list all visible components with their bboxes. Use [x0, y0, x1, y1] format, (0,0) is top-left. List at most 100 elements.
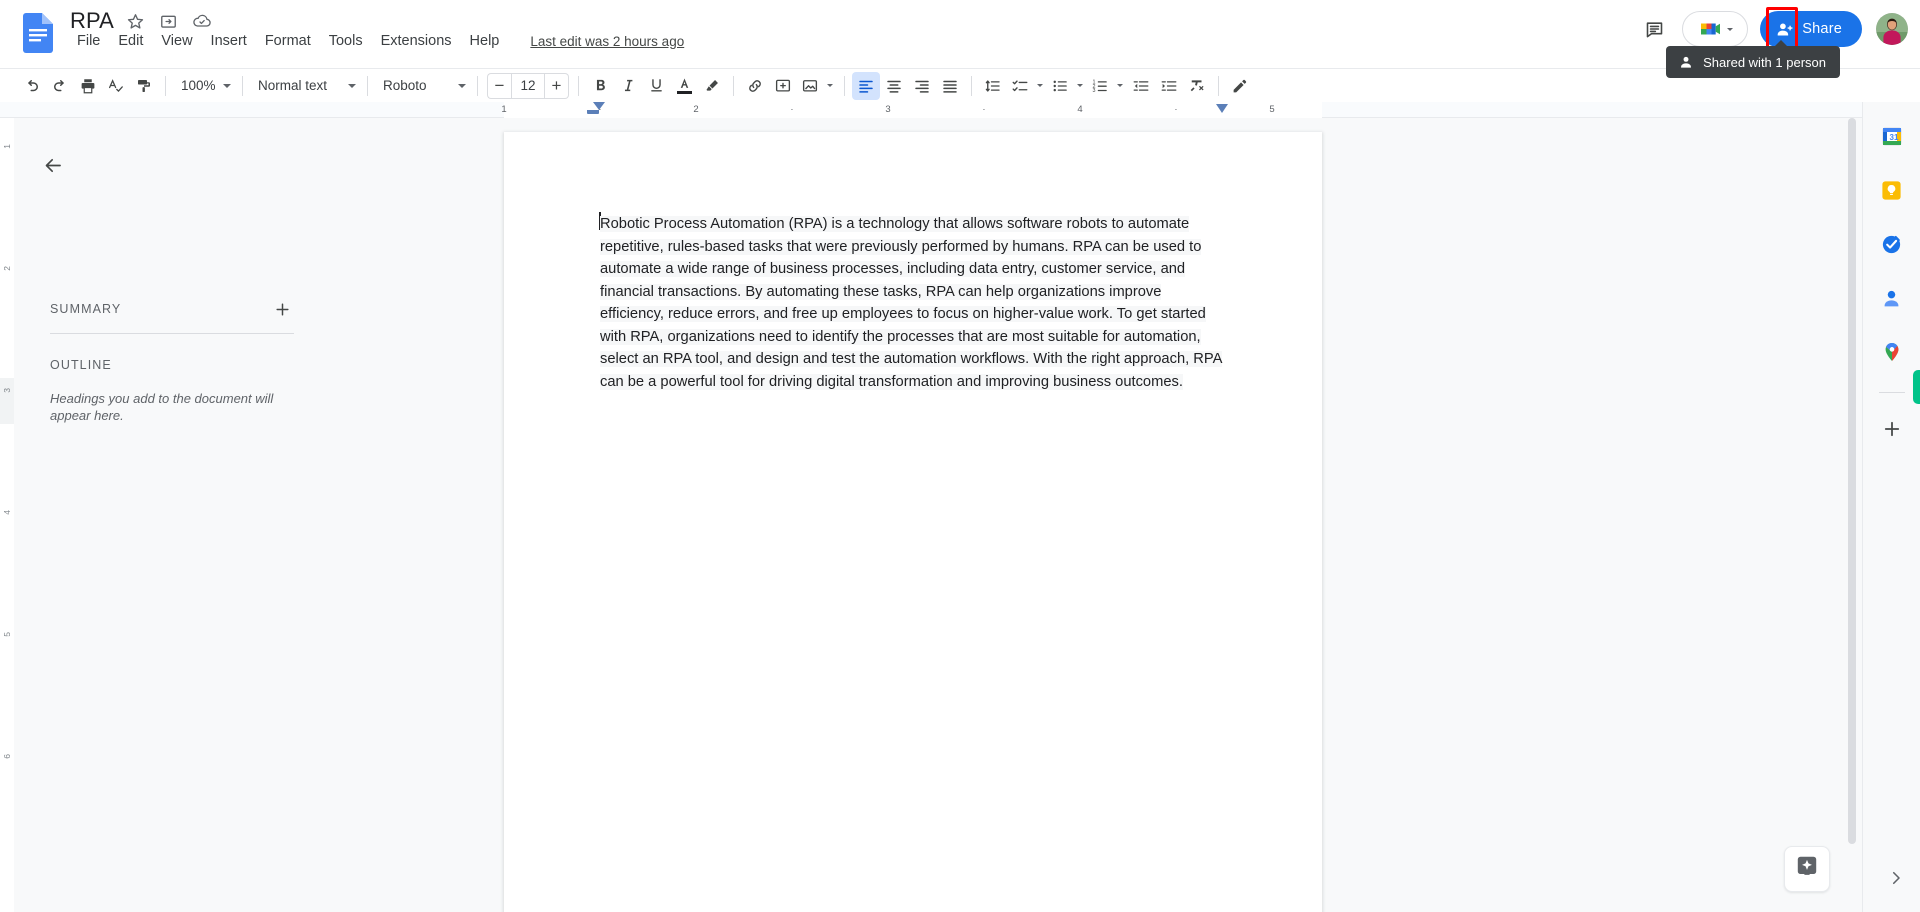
chevron-down-icon [458, 83, 466, 88]
highlight-color-icon[interactable] [698, 72, 726, 100]
explore-button[interactable] [1784, 846, 1830, 892]
scrollbar-thumb[interactable] [1848, 118, 1856, 844]
toolbar-divider [367, 75, 368, 96]
last-edit-link[interactable]: Last edit was 2 hours ago [530, 34, 684, 49]
clear-formatting-icon[interactable] [1183, 72, 1211, 100]
paragraph-style-value: Normal text [258, 78, 328, 93]
chevron-down-icon [223, 83, 231, 88]
side-panel: 31 [1862, 102, 1920, 912]
line-spacing-icon[interactable] [979, 72, 1007, 100]
docs-logo-icon[interactable] [18, 10, 58, 56]
menu-insert[interactable]: Insert [202, 31, 256, 51]
ruler-track [504, 102, 1322, 118]
left-indent-marker[interactable] [593, 102, 605, 110]
google-keep-icon[interactable] [1872, 170, 1912, 210]
align-justify-icon[interactable] [936, 72, 964, 100]
menu-help[interactable]: Help [461, 31, 509, 51]
menu-view[interactable]: View [152, 31, 201, 51]
numbered-list-split: 1 2 3 [1087, 72, 1127, 100]
font-size-input[interactable]: 12 [511, 72, 545, 99]
menu-extensions[interactable]: Extensions [372, 31, 461, 51]
print-icon[interactable] [74, 72, 102, 100]
toolbar-divider [733, 75, 734, 96]
comment-history-icon[interactable] [1634, 9, 1674, 49]
text-color-icon[interactable] [670, 72, 698, 100]
document-page[interactable]: Robotic Process Automation (RPA) is a te… [504, 132, 1322, 912]
decrease-indent-icon[interactable] [1127, 72, 1155, 100]
increase-indent-icon[interactable] [1155, 72, 1183, 100]
google-meet-button[interactable] [1682, 11, 1749, 47]
menu-file[interactable]: File [68, 31, 109, 51]
font-family-select[interactable]: Roboto [375, 73, 470, 99]
menu-format[interactable]: Format [256, 31, 320, 51]
avatar[interactable] [1876, 13, 1908, 45]
font-size-decrease-button[interactable]: − [487, 72, 511, 99]
svg-text:3: 3 [1093, 88, 1096, 94]
add-icon[interactable] [1872, 409, 1912, 449]
person-icon [1678, 54, 1694, 70]
horizontal-ruler[interactable]: 1 · 2 · 3 · 4 · 5 [0, 102, 1920, 118]
align-right-icon[interactable] [908, 72, 936, 100]
align-center-icon[interactable] [880, 72, 908, 100]
page-scroll-container: Robotic Process Automation (RPA) is a te… [0, 118, 1920, 912]
document-body-text[interactable]: Robotic Process Automation (RPA) is a te… [600, 213, 1225, 393]
ruler-number: 2 [693, 104, 699, 115]
tooltip-arrow [1774, 40, 1788, 47]
bulleted-list-icon[interactable] [1047, 72, 1073, 100]
chevron-down-icon[interactable] [1726, 27, 1733, 31]
presence-indicator [1913, 370, 1920, 404]
paragraph-text: Robotic Process Automation (RPA) is a te… [600, 216, 1223, 390]
google-contacts-icon[interactable] [1872, 278, 1912, 318]
numbered-list-icon[interactable]: 1 2 3 [1087, 72, 1113, 100]
share-button-label: Share [1802, 21, 1842, 37]
toolbar-divider [477, 75, 478, 96]
spell-check-icon[interactable] [102, 72, 130, 100]
italic-icon[interactable] [614, 72, 642, 100]
chevron-down-icon[interactable] [823, 72, 837, 100]
star-icon[interactable] [125, 10, 147, 32]
ruler-number: 5 [1269, 104, 1275, 115]
add-comment-icon[interactable] [769, 72, 797, 100]
underline-icon[interactable] [642, 72, 670, 100]
chevron-down-icon[interactable] [1033, 72, 1047, 100]
left-margin-bar[interactable] [587, 110, 599, 114]
paragraph-style-select[interactable]: Normal text [250, 73, 360, 99]
zoom-select[interactable]: 100% [173, 73, 235, 99]
tooltip-text: Shared with 1 person [1703, 54, 1826, 70]
insert-image-icon[interactable] [797, 72, 823, 100]
undo-icon[interactable] [18, 72, 46, 100]
checklist-split [1007, 72, 1047, 100]
move-to-folder-icon[interactable] [158, 10, 180, 32]
menu-tools[interactable]: Tools [320, 31, 372, 51]
ruler-number: 3 [885, 104, 891, 115]
top-bar: RPA File Edit View Insert Format Tools E… [0, 0, 1920, 78]
google-maps-icon[interactable] [1872, 332, 1912, 372]
paint-format-icon[interactable] [130, 72, 158, 100]
insert-link-icon[interactable] [741, 72, 769, 100]
ruler-tick-dot: · [790, 104, 794, 115]
bold-icon[interactable] [586, 72, 614, 100]
toolbar-divider [165, 75, 166, 96]
toolbar-divider [844, 75, 845, 96]
ruler-number: 1 [501, 104, 507, 115]
menu-edit[interactable]: Edit [109, 31, 152, 51]
chevron-down-icon[interactable] [1073, 72, 1087, 100]
share-tooltip: Shared with 1 person [1666, 40, 1840, 78]
cloud-saved-icon[interactable] [191, 10, 213, 32]
editing-mode-icon[interactable] [1226, 72, 1254, 100]
chevron-down-icon [348, 83, 356, 88]
font-size-stepper: − 12 + [487, 72, 569, 99]
menu-bar: File Edit View Insert Format Tools Exten… [68, 31, 684, 51]
align-left-icon[interactable] [852, 71, 880, 100]
font-size-increase-button[interactable]: + [545, 72, 569, 99]
redo-icon[interactable] [46, 72, 74, 100]
explore-icon [1794, 854, 1820, 885]
zoom-value: 100% [181, 78, 216, 93]
chevron-down-icon[interactable] [1113, 72, 1127, 100]
chevron-right-icon[interactable] [1884, 866, 1908, 890]
vertical-scrollbar[interactable] [1846, 118, 1858, 912]
google-calendar-icon[interactable]: 31 [1872, 116, 1912, 156]
google-tasks-icon[interactable] [1872, 224, 1912, 264]
checklist-icon[interactable] [1007, 72, 1033, 100]
right-indent-marker[interactable] [1216, 104, 1228, 113]
